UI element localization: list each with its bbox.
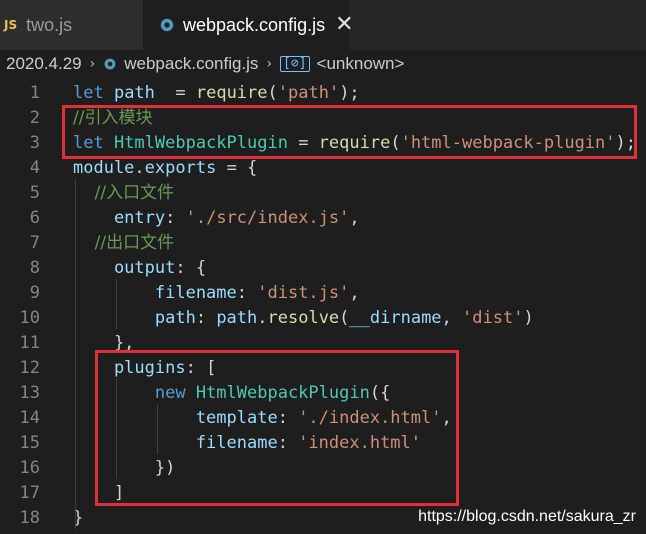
code-text: //出口文件 bbox=[73, 231, 174, 256]
breadcrumb-folder[interactable]: 2020.4.29 bbox=[6, 54, 82, 74]
line-number: 4 bbox=[29, 158, 40, 178]
code-token: __dirname bbox=[349, 308, 442, 328]
code-token: ( bbox=[339, 308, 350, 328]
code-text: path: path.resolve(__dirname, 'dist') bbox=[73, 306, 534, 331]
code-token: filename bbox=[73, 283, 237, 303]
code-text: module.exports = { bbox=[73, 156, 257, 181]
line-number: 10 bbox=[19, 308, 40, 328]
line-number: 15 bbox=[19, 433, 40, 453]
tab-bar: JS two.js webpack.config.js ✕ bbox=[0, 0, 646, 50]
gear-icon bbox=[159, 17, 175, 33]
symbol-variable-icon: [⊘] bbox=[280, 56, 310, 72]
code-text: //入口文件 bbox=[73, 181, 174, 206]
line-number: 8 bbox=[29, 258, 40, 278]
code-token: : { bbox=[175, 258, 207, 278]
code-token: //出口文件 bbox=[73, 233, 175, 253]
code-token: //入口文件 bbox=[73, 183, 175, 203]
code-line[interactable]: 10 path: path.resolve(__dirname, 'dist') bbox=[0, 306, 646, 331]
code-line[interactable]: 9 filename: 'dist.js', bbox=[0, 281, 646, 306]
code-token: let bbox=[73, 83, 114, 103]
line-number: 5 bbox=[29, 183, 40, 203]
line-number: 18 bbox=[19, 508, 40, 528]
code-token: module bbox=[73, 158, 135, 178]
line-number: 14 bbox=[19, 408, 40, 428]
code-token: path bbox=[216, 308, 258, 328]
tab-label: webpack.config.js bbox=[183, 14, 326, 35]
code-line[interactable]: 8 output: { bbox=[0, 256, 646, 281]
code-line[interactable]: 7 //出口文件 bbox=[0, 231, 646, 256]
code-token: 'path' bbox=[277, 83, 340, 103]
breadcrumb-file[interactable]: webpack.config.js bbox=[124, 54, 258, 74]
chevron-right-icon: › bbox=[89, 56, 96, 72]
code-text: output: { bbox=[73, 256, 206, 281]
tab-two-js[interactable]: JS two.js bbox=[0, 0, 143, 50]
code-token: = { bbox=[216, 158, 258, 178]
js-icon: JS bbox=[4, 18, 18, 32]
line-number: 6 bbox=[29, 208, 40, 228]
code-token: : bbox=[165, 208, 186, 228]
tab-label: two.js bbox=[26, 14, 73, 35]
code-token: entry bbox=[73, 208, 166, 228]
code-text: let path = require('path'); bbox=[73, 81, 360, 106]
code-line[interactable]: 5 //入口文件 bbox=[0, 181, 646, 206]
code-token: output bbox=[73, 258, 176, 278]
code-token: , bbox=[441, 308, 463, 328]
line-number: 17 bbox=[19, 483, 40, 503]
code-token: . bbox=[257, 308, 268, 328]
breadcrumb-symbol[interactable]: <unknown> bbox=[317, 54, 405, 74]
line-number: 9 bbox=[29, 283, 40, 303]
code-text: entry: './src/index.js', bbox=[73, 206, 360, 231]
breadcrumb: 2020.4.29 › webpack.config.js › [⊘] <unk… bbox=[0, 50, 646, 78]
chevron-right-icon: › bbox=[266, 56, 273, 72]
code-token: ( bbox=[267, 83, 278, 103]
code-token: , bbox=[349, 208, 360, 228]
code-token: : bbox=[236, 283, 258, 303]
code-token: 'dist.js' bbox=[257, 283, 350, 303]
code-token: ); bbox=[339, 83, 360, 103]
tab-webpack-config[interactable]: webpack.config.js ✕ bbox=[143, 0, 354, 50]
code-token: : bbox=[195, 308, 217, 328]
code-token: resolve bbox=[267, 308, 340, 328]
line-number: 11 bbox=[19, 333, 40, 353]
code-token: path bbox=[73, 308, 196, 328]
highlight-box-import bbox=[62, 105, 637, 159]
line-number: 13 bbox=[19, 383, 40, 403]
highlight-box-plugins bbox=[95, 350, 459, 506]
watermark: https://blog.csdn.net/sakura_zr bbox=[418, 508, 636, 525]
code-token: './src/index.js' bbox=[185, 208, 350, 228]
code-token: = bbox=[154, 83, 196, 103]
code-token: ) bbox=[523, 308, 534, 328]
line-number: 7 bbox=[29, 233, 40, 253]
code-token: require bbox=[195, 83, 268, 103]
line-number: 3 bbox=[29, 133, 40, 153]
code-token: . bbox=[134, 158, 145, 178]
line-number: 12 bbox=[19, 358, 40, 378]
line-number: 1 bbox=[29, 83, 40, 103]
gear-icon bbox=[103, 57, 117, 71]
code-token: , bbox=[349, 283, 360, 303]
indent-guide bbox=[116, 279, 117, 329]
code-token: exports bbox=[144, 158, 217, 178]
code-line[interactable]: 4 module.exports = { bbox=[0, 156, 646, 181]
line-number: 16 bbox=[19, 458, 40, 478]
code-token: path bbox=[113, 83, 155, 103]
code-line[interactable]: 6 entry: './src/index.js', bbox=[0, 206, 646, 231]
indent-guide bbox=[75, 179, 76, 529]
close-icon[interactable]: ✕ bbox=[335, 14, 353, 36]
code-line[interactable]: 1 let path = require('path'); bbox=[0, 81, 646, 106]
line-number: 2 bbox=[29, 108, 40, 128]
code-token: 'dist' bbox=[462, 308, 524, 328]
